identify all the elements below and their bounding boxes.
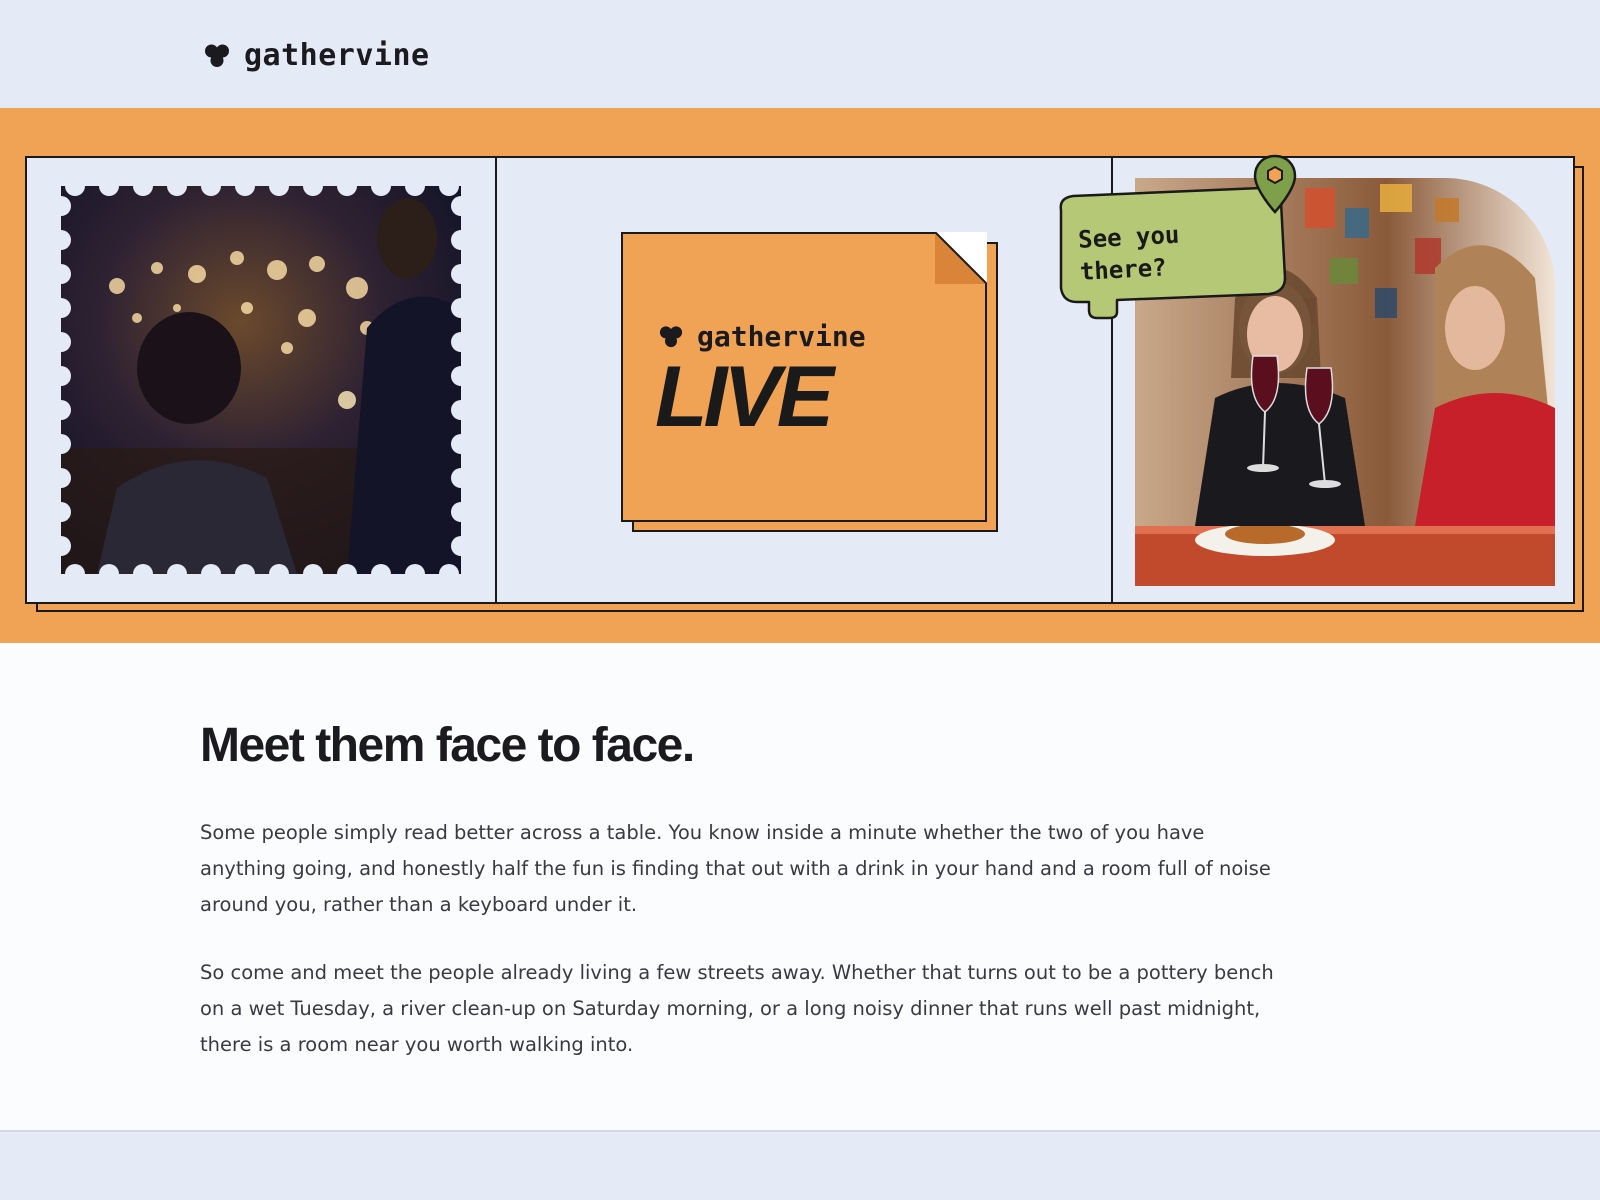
intro-paragraph: Some people simply read better across a …: [200, 821, 1271, 916]
brand-logo-link[interactable]: gathervine: [204, 38, 430, 73]
panel-divider: [495, 158, 497, 602]
gathervine-live-card[interactable]: gathervine LIVE: [621, 232, 987, 522]
location-pin-icon: [1253, 154, 1297, 214]
trefoil-logo-icon: [205, 44, 229, 67]
hero-panel: gathervine LIVE See you there?: [25, 154, 1575, 604]
main-content: Meet them face to face. Some people simp…: [200, 718, 1280, 1095]
bubble-text: See you there?: [1077, 220, 1181, 286]
page-headline: Meet them face to face.: [200, 719, 695, 772]
footer: [0, 1130, 1600, 1200]
intro-paragraph: So come and meet the people already livi…: [200, 961, 1274, 1056]
hero-banner: gathervine LIVE See you there?: [0, 108, 1600, 643]
brand-name: gathervine: [244, 38, 430, 73]
trefoil-logo-icon: [659, 325, 683, 347]
folded-corner-icon: [935, 232, 987, 284]
see-you-there-bubble: See you there?: [1047, 154, 1337, 338]
night-market-couple-photo: [47, 178, 475, 582]
card-live-title: LIVE: [655, 349, 834, 445]
top-bar: gathervine: [0, 0, 1600, 108]
